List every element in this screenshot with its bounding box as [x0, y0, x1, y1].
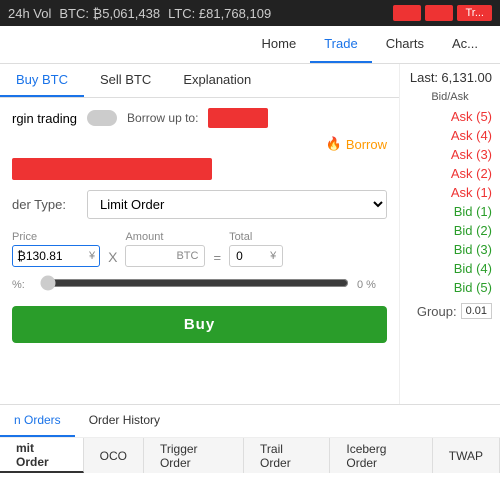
order-type-tab-limit[interactable]: mit Order — [0, 438, 84, 473]
ask-4[interactable]: Ask (4) — [408, 126, 492, 145]
percent-row: %: 0 % — [12, 275, 387, 294]
total-label: Total — [229, 231, 283, 243]
ask-2[interactable]: Ask (2) — [408, 164, 492, 183]
equals-sign: = — [213, 250, 221, 267]
amount-label: Amount — [125, 231, 205, 243]
margin-row: rgin trading Borrow up to: — [12, 108, 387, 128]
total-field-group: Total ¥ — [229, 231, 283, 267]
borrow-input[interactable] — [208, 108, 268, 128]
total-input[interactable] — [236, 249, 266, 263]
borrow-btn-label: Borrow — [346, 137, 387, 152]
bid-2[interactable]: Bid (2) — [408, 221, 492, 240]
bottom-tabs-bar: n Orders Order History — [0, 404, 500, 437]
total-unit: ¥ — [270, 250, 276, 262]
tab-buy-btc[interactable]: Buy BTC — [0, 64, 84, 97]
top-bar-btn-1[interactable] — [393, 5, 421, 21]
order-type-row: der Type: Limit Order Market Order Stop … — [12, 190, 387, 219]
group-row: Group: 0.01 — [408, 303, 492, 319]
tab-order-history[interactable]: Order History — [75, 405, 174, 437]
order-type-tab-iceberg[interactable]: Iceberg Order — [330, 438, 432, 473]
trade-tabs: Buy BTC Sell BTC Explanation — [0, 64, 399, 98]
borrow-button[interactable]: 🔥 Borrow — [326, 136, 387, 152]
last-label: Last: — [410, 70, 438, 85]
group-label: Group: — [417, 304, 457, 319]
bid-1[interactable]: Bid (1) — [408, 202, 492, 221]
ask-5[interactable]: Ask (5) — [408, 107, 492, 126]
order-type-tabs: mit Order OCO Trigger Order Trail Order … — [0, 437, 500, 473]
order-type-tab-trigger[interactable]: Trigger Order — [144, 438, 244, 473]
price-label: Price — [12, 231, 100, 243]
margin-toggle[interactable] — [87, 110, 117, 126]
nav-bar: Home Trade Charts Ac... — [0, 26, 500, 64]
percent-label: %: — [12, 279, 32, 291]
order-type-tab-twap[interactable]: TWAP — [433, 438, 500, 473]
nav-home[interactable]: Home — [248, 26, 311, 63]
top-bar-left: 24h Vol BTC: ₿5,061,438 LTC: £81,768,109 — [8, 6, 271, 21]
fire-icon: 🔥 — [326, 136, 342, 152]
nav-items: Home Trade Charts Ac... — [248, 26, 492, 63]
price-amount-row: Price ¥ X Amount BTC = Total — [12, 231, 387, 267]
amount-field-group: Amount BTC — [125, 231, 205, 267]
vol-24h-label: 24h Vol — [8, 6, 51, 21]
btc-vol: BTC: ₿5,061,438 — [59, 6, 160, 21]
tab-sell-btc[interactable]: Sell BTC — [84, 64, 167, 97]
percent-slider[interactable] — [40, 275, 349, 291]
price-input[interactable] — [17, 249, 89, 263]
margin-label: rgin trading — [12, 111, 77, 126]
slider-wrap — [40, 275, 349, 294]
amount-input-wrap: BTC — [125, 245, 205, 267]
borrow-up-to-label: Borrow up to: — [127, 111, 198, 125]
main-layout: Buy BTC Sell BTC Explanation rgin tradin… — [0, 64, 500, 404]
price-unit: ¥ — [89, 250, 95, 262]
bid-ask-header: Bid/Ask — [408, 91, 492, 103]
nav-trade[interactable]: Trade — [310, 26, 371, 63]
top-bar-btn-3[interactable]: Tr... — [457, 5, 492, 21]
order-type-select[interactable]: Limit Order Market Order Stop Order — [87, 190, 387, 219]
ltc-vol: LTC: £81,768,109 — [168, 6, 271, 21]
amount-input[interactable] — [132, 249, 172, 263]
ask-3[interactable]: Ask (3) — [408, 145, 492, 164]
last-value: 6,131.00 — [441, 70, 492, 85]
left-panel: Buy BTC Sell BTC Explanation rgin tradin… — [0, 64, 400, 404]
ask-1[interactable]: Ask (1) — [408, 183, 492, 202]
bid-4[interactable]: Bid (4) — [408, 259, 492, 278]
top-bar-right: Tr... — [393, 5, 492, 21]
bid-5[interactable]: Bid (5) — [408, 278, 492, 297]
order-type-tab-trail[interactable]: Trail Order — [244, 438, 330, 473]
top-bar: 24h Vol BTC: ₿5,061,438 LTC: £81,768,109… — [0, 0, 500, 26]
form-area: rgin trading Borrow up to: 🔥 Borrow der … — [0, 98, 399, 353]
bid-3[interactable]: Bid (3) — [408, 240, 492, 259]
price-field-group: Price ¥ — [12, 231, 100, 267]
nav-account[interactable]: Ac... — [438, 26, 492, 63]
price-input-wrap: ¥ — [12, 245, 100, 267]
group-value[interactable]: 0.01 — [461, 303, 492, 319]
borrow-btn-area: 🔥 Borrow — [12, 136, 387, 152]
top-bar-btn-2[interactable] — [425, 5, 453, 21]
red-bar — [12, 158, 212, 180]
percent-value: 0 % — [357, 279, 387, 291]
tab-explanation[interactable]: Explanation — [167, 64, 267, 97]
amount-unit: BTC — [176, 250, 198, 262]
buy-button[interactable]: Buy — [12, 306, 387, 343]
tab-open-orders[interactable]: n Orders — [0, 405, 75, 437]
last-price: Last: 6,131.00 — [408, 70, 492, 85]
nav-charts[interactable]: Charts — [372, 26, 438, 63]
order-type-tab-oco[interactable]: OCO — [84, 438, 144, 473]
multiply-sign: X — [108, 249, 117, 267]
right-panel: Last: 6,131.00 Bid/Ask Ask (5) Ask (4) A… — [400, 64, 500, 404]
order-type-label: der Type: — [12, 197, 77, 212]
total-input-wrap: ¥ — [229, 245, 283, 267]
